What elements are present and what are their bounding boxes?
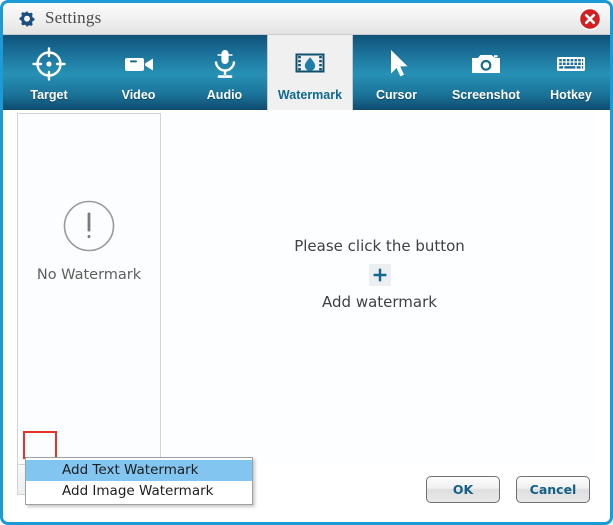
empty-state: No Watermark — [18, 199, 160, 283]
tab-label: Cursor — [376, 88, 417, 102]
tab-label: Video — [121, 88, 156, 102]
placeholder-line-1: Please click the button — [294, 237, 465, 255]
placeholder-line-2: Add watermark — [322, 293, 437, 311]
window-title: Settings — [45, 8, 102, 27]
cursor-arrow-icon — [380, 47, 414, 81]
tab-label: Hotkey — [550, 88, 592, 102]
cancel-button[interactable]: Cancel — [516, 476, 590, 503]
video-camera-icon — [122, 47, 156, 81]
gear-icon — [17, 9, 37, 29]
add-watermark-context-menu: Add Text Watermark Add Image Watermark — [25, 457, 253, 505]
microphone-icon — [208, 47, 242, 81]
ok-button[interactable]: OK — [426, 476, 500, 503]
target-icon — [32, 47, 66, 81]
ok-button-label: OK — [452, 482, 474, 497]
tab-cursor[interactable]: Cursor — [353, 35, 440, 110]
tab-target[interactable]: Target — [3, 35, 95, 110]
tab-label: Watermark — [277, 88, 343, 102]
keyboard-icon — [554, 47, 588, 81]
tab-label: Audio — [206, 88, 243, 102]
exclamation-circle-icon — [62, 199, 116, 253]
close-icon[interactable] — [578, 7, 602, 31]
empty-state-label: No Watermark — [36, 267, 142, 283]
tab-label: Screenshot — [451, 88, 521, 102]
cancel-button-label: Cancel — [529, 482, 577, 497]
plus-icon[interactable] — [368, 264, 391, 286]
watermark-list-panel[interactable]: No Watermark — [17, 113, 161, 465]
watermark-placeholder: Please click the button Add watermark — [163, 237, 596, 311]
tab-hotkey[interactable]: Hotkey — [532, 35, 610, 110]
window-inner: Settings Target Video Audio Watermark Cu… — [3, 3, 610, 522]
watermark-icon — [293, 47, 327, 81]
settings-window: Settings Target Video Audio Watermark Cu… — [0, 0, 613, 525]
watermark-preview-panel: Please click the button Add watermark — [163, 113, 596, 465]
tab-label: Target — [30, 88, 68, 102]
tab-screenshot[interactable]: Screenshot — [440, 35, 532, 110]
camera-icon — [469, 47, 503, 81]
menu-item-add-text-watermark[interactable]: Add Text Watermark — [26, 460, 252, 481]
tab-watermark[interactable]: Watermark — [267, 35, 353, 110]
menu-item-add-image-watermark[interactable]: Add Image Watermark — [26, 481, 252, 502]
tab-bar: Target Video Audio Watermark Cursor Scre… — [3, 35, 610, 110]
tab-audio[interactable]: Audio — [182, 35, 267, 110]
tab-video[interactable]: Video — [95, 35, 182, 110]
title-bar: Settings — [3, 3, 610, 35]
